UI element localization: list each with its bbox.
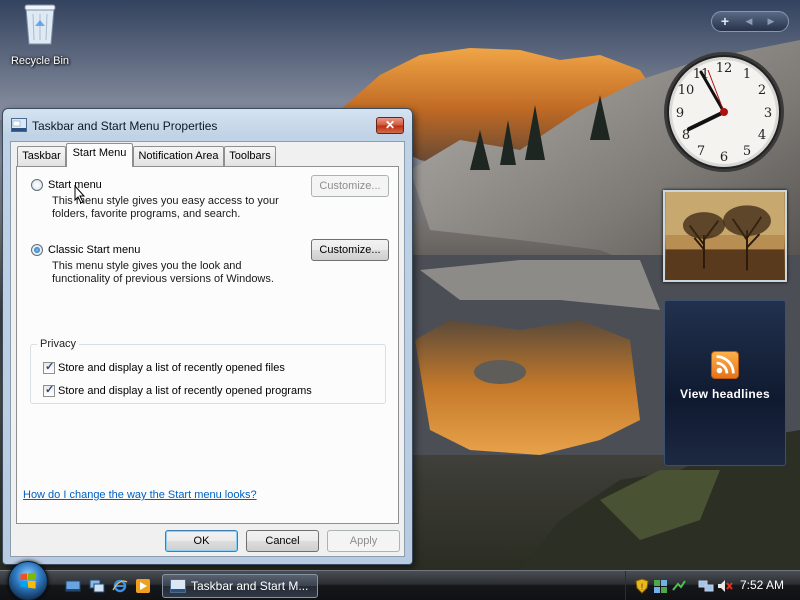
close-button[interactable]: ✕ xyxy=(376,117,404,134)
show-desktop-icon[interactable] xyxy=(65,578,81,594)
recycle-bin-icon xyxy=(24,4,56,45)
recycle-bin-label: Recycle Bin xyxy=(10,55,70,67)
switch-windows-icon[interactable] xyxy=(89,578,105,594)
svg-text:3: 3 xyxy=(764,106,772,121)
start-menu-radio[interactable] xyxy=(31,179,43,191)
slideshow-gadget[interactable] xyxy=(663,190,787,282)
ok-button[interactable]: OK xyxy=(165,530,238,552)
windows-logo-icon xyxy=(20,572,36,589)
tab-toolbars[interactable]: Toolbars xyxy=(224,146,276,166)
classic-description-line1: This menu style gives you the look and xyxy=(52,260,242,272)
taskbar-properties-dialog: Taskbar and Start Menu Properties ✕ Task… xyxy=(2,108,413,565)
classic-start-menu-radio[interactable] xyxy=(31,244,43,256)
taskbar-properties-icon xyxy=(11,118,27,132)
previous-page-button[interactable]: ◀ xyxy=(738,16,760,27)
media-player-icon[interactable] xyxy=(135,578,151,594)
check-icon: ✓ xyxy=(45,361,55,373)
start-button[interactable] xyxy=(8,561,48,600)
svg-text:9: 9 xyxy=(676,106,684,121)
taskbar-button-properties[interactable]: Taskbar and Start M... xyxy=(162,574,318,598)
network-icon[interactable] xyxy=(698,578,714,594)
dialog-title: Taskbar and Start Menu Properties xyxy=(32,119,218,133)
windows-update-icon[interactable] xyxy=(653,578,669,594)
apply-button[interactable]: Apply xyxy=(327,530,400,552)
svg-text:7: 7 xyxy=(697,144,705,159)
start-menu-customize-button[interactable]: Customize... xyxy=(311,175,389,197)
recent-programs-label[interactable]: Store and display a list of recently ope… xyxy=(58,385,312,397)
classic-customize-button[interactable]: Customize... xyxy=(311,239,389,261)
mouse-cursor-icon xyxy=(74,185,86,204)
classic-description-line2: functionality of previous versions of Wi… xyxy=(52,273,274,285)
recent-programs-checkbox[interactable]: ✓ xyxy=(43,384,55,397)
tab-taskbar[interactable]: Taskbar xyxy=(17,146,66,166)
security-shield-icon[interactable]: ! xyxy=(634,578,650,594)
add-gadget-button[interactable]: + xyxy=(712,12,738,31)
taskbar: Taskbar and Start M... ! 7:52 AM xyxy=(0,561,800,600)
taskbar-properties-icon xyxy=(170,579,186,593)
taskbar-button-label: Taskbar and Start M... xyxy=(191,579,309,593)
classic-start-menu-label[interactable]: Classic Start menu xyxy=(48,244,140,256)
taskbar-clock[interactable]: 7:52 AM xyxy=(740,578,784,592)
svg-text:6: 6 xyxy=(720,150,728,165)
internet-explorer-icon[interactable] xyxy=(112,578,128,594)
feed-headlines-gadget[interactable]: View headlines xyxy=(664,300,786,466)
tree-photo xyxy=(665,192,785,280)
help-link[interactable]: How do I change the way the Start menu l… xyxy=(23,489,257,501)
clock-gadget[interactable]: 12 1 2 3 4 5 6 7 8 9 10 11 xyxy=(662,50,786,174)
svg-text:4: 4 xyxy=(758,128,766,143)
start-menu-tab-panel: Start menu This menu style gives you eas… xyxy=(16,166,399,524)
recent-files-checkbox[interactable]: ✓ xyxy=(43,361,55,374)
svg-text:12: 12 xyxy=(716,61,733,76)
dialog-titlebar[interactable]: Taskbar and Start Menu Properties ✕ xyxy=(3,109,412,139)
svg-text:!: ! xyxy=(641,582,644,592)
sidebar-toolbar: + ◀ ▶ xyxy=(711,11,789,32)
recent-files-label[interactable]: Store and display a list of recently ope… xyxy=(58,362,285,374)
start-menu-description-line2: folders, favorite programs, and search. xyxy=(52,208,241,220)
rss-feed-icon xyxy=(711,351,739,379)
privacy-title: Privacy xyxy=(37,338,80,350)
start-menu-description-line1: This menu style gives you easy access to… xyxy=(52,195,279,207)
cancel-button[interactable]: Cancel xyxy=(246,530,319,552)
svg-text:10: 10 xyxy=(678,83,695,98)
volume-muted-icon[interactable] xyxy=(717,578,733,594)
svg-text:2: 2 xyxy=(758,83,766,98)
tab-start-menu[interactable]: Start Menu xyxy=(66,143,133,167)
tab-notification-area[interactable]: Notification Area xyxy=(133,146,224,166)
svg-text:5: 5 xyxy=(743,144,751,159)
view-headlines-label: View headlines xyxy=(679,387,771,401)
svg-text:1: 1 xyxy=(743,67,751,82)
safe-remove-icon[interactable] xyxy=(671,578,687,594)
next-page-button[interactable]: ▶ xyxy=(760,16,782,27)
check-icon: ✓ xyxy=(45,384,55,396)
recycle-bin[interactable]: Recycle Bin xyxy=(4,2,76,67)
